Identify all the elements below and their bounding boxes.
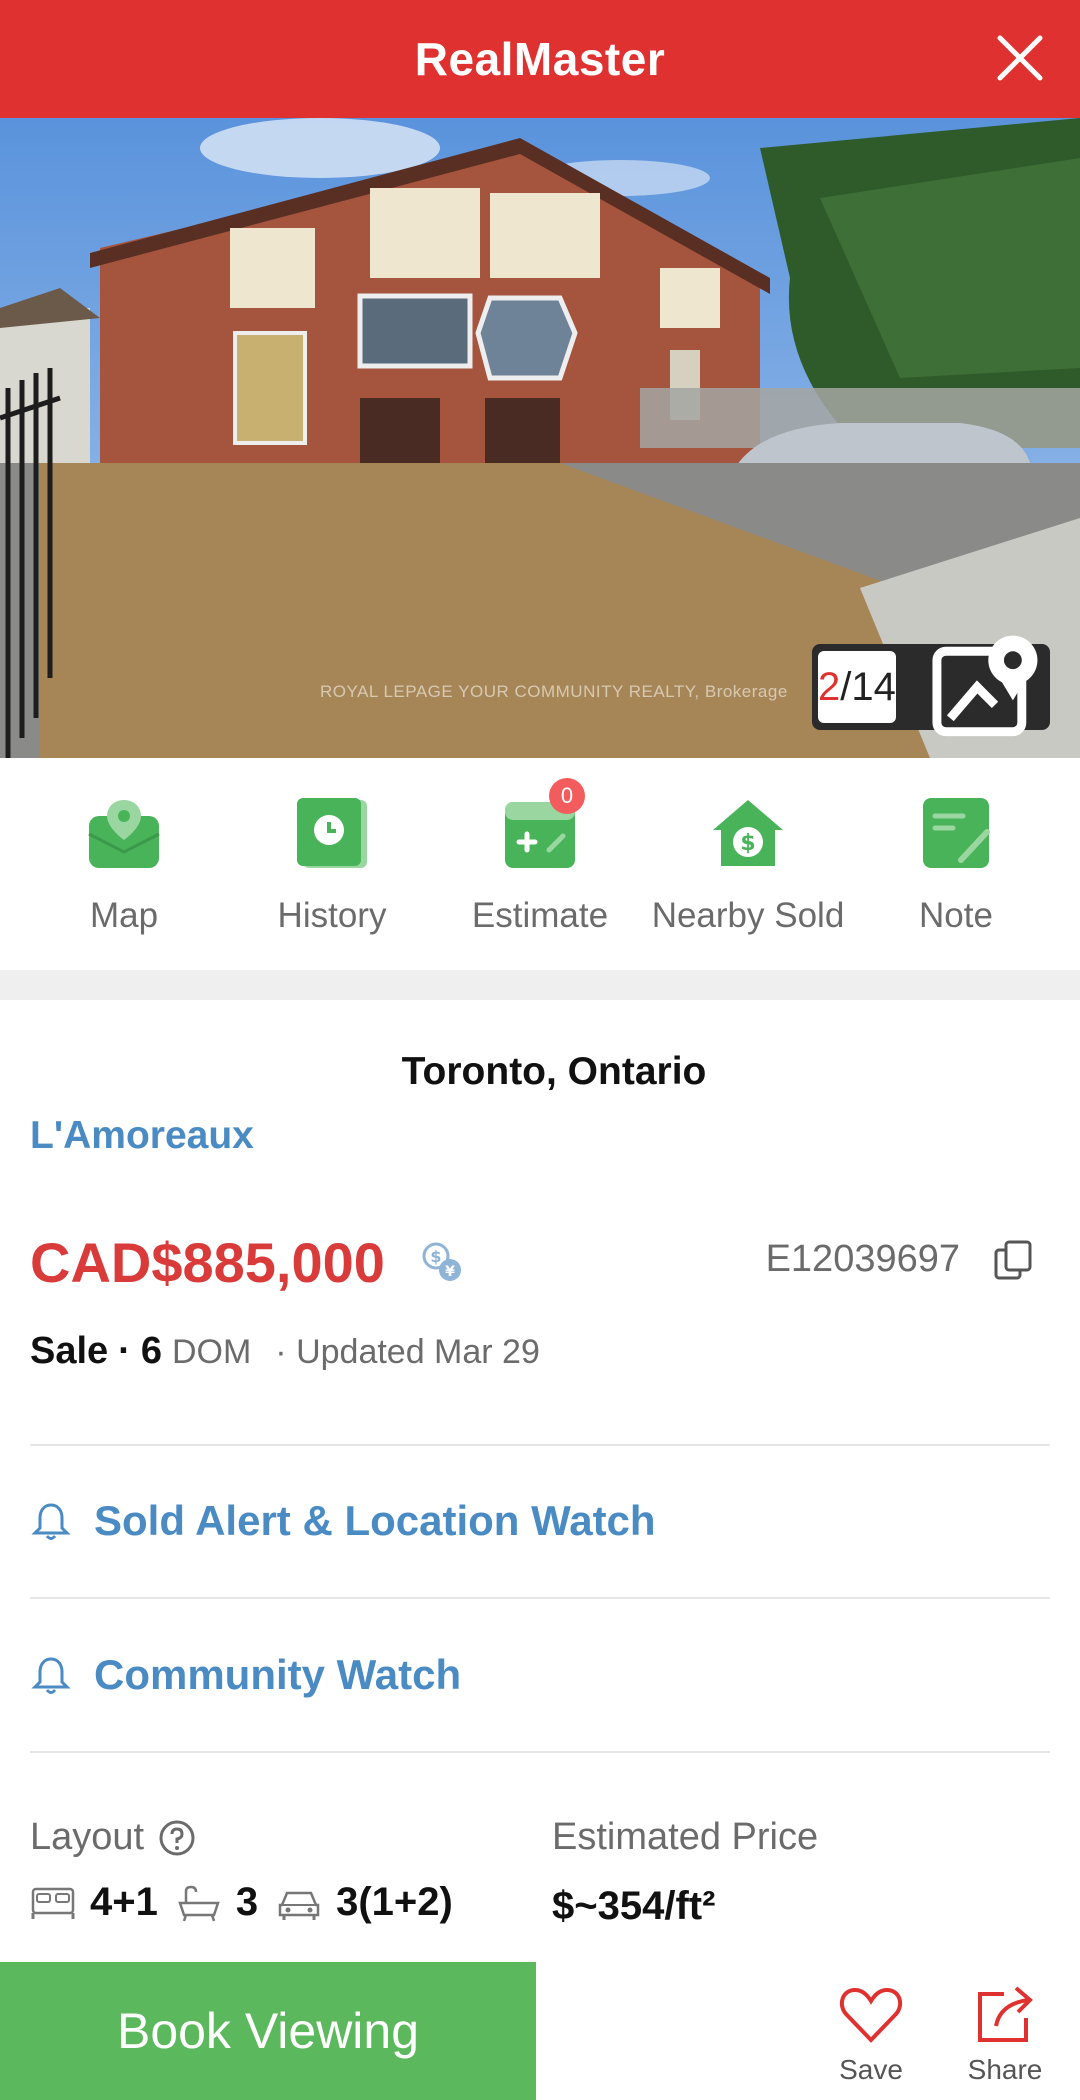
svg-text:$: $ [740,831,755,856]
photo-current-index: 2 [818,664,841,709]
community-watch-button[interactable]: Community Watch [30,1640,1050,1710]
divider [30,1597,1050,1599]
estimate-badge: 0 [549,778,585,814]
bathtub-icon [178,1885,220,1921]
bell-icon [31,1657,71,1694]
photo-watermark: ROYAL LEPAGE YOUR COMMUNITY REALTY, Brok… [320,682,788,701]
sold-alert-label: Sold Alert & Location Watch [94,1497,656,1544]
action-note[interactable]: Note [856,758,1056,936]
listing-status-line: Sale · 6 DOM · Updated Mar 29 [30,1330,540,1373]
sold-alert-watch-button[interactable]: Sold Alert & Location Watch [30,1486,1050,1556]
action-nearby-sold[interactable]: $ Nearby Sold [648,758,848,936]
bedrooms-value: 4+1 [90,1880,158,1924]
listing-community-link[interactable]: L'Amoreaux [30,1114,254,1158]
svg-text:¥: ¥ [445,1264,455,1280]
photo-total: /14 [840,664,896,709]
save-button[interactable]: Save [816,1982,926,2086]
action-label: Note [919,896,993,935]
note-icon [917,794,995,872]
bathrooms-value: 3 [235,1880,259,1924]
layout-title: Layout [30,1816,145,1858]
map-icon [85,794,163,872]
updated-date: · Updated Mar 29 [275,1333,540,1371]
listing-id: E12039697 [765,1238,960,1280]
app-title: RealMaster [414,33,666,85]
action-label: Estimate [471,896,609,935]
nearby-sold-icon: $ [709,794,787,872]
section-separator [0,970,1080,1000]
book-viewing-button[interactable]: Book Viewing [0,1962,536,2100]
car-icon [278,1891,320,1920]
listing-city: Toronto, Ontario [401,1050,707,1093]
bell-icon [31,1503,71,1540]
share-label: Share [967,2054,1043,2085]
action-label: History [277,896,387,935]
history-icon [293,794,371,872]
days-on-market-unit: DOM [171,1333,252,1371]
divider [30,1444,1050,1446]
listing-status: Sale [30,1330,109,1372]
listing-photo[interactable]: ROYAL LEPAGE YOUR COMMUNITY REALTY, Brok… [0,118,1080,758]
close-icon[interactable] [990,28,1050,88]
photo-counter[interactable]: 2/14 [812,635,1050,737]
svg-text:$: $ [430,1247,441,1266]
currency-exchange-icon[interactable]: $ ¥ [418,1238,466,1286]
bed-icon [31,1887,75,1919]
save-label: Save [839,2054,903,2085]
share-icon [978,1986,1033,2042]
estimated-price-value: $~354/ft² [552,1884,716,1928]
estimate-icon: 0 [501,778,585,872]
share-button[interactable]: Share [950,1982,1060,2086]
action-history[interactable]: History [232,758,432,936]
action-label: Map [89,896,159,935]
parking-value: 3(1+2) [336,1880,453,1924]
help-icon[interactable] [158,1819,196,1857]
bottom-action-bar: Book Viewing Save Share [0,1962,1080,2100]
listing-price: CAD$885,000 [30,1231,385,1294]
quick-actions: Map History 0 Estimate $ Nearby Sold Not… [0,758,1080,970]
action-estimate[interactable]: 0 Estimate [440,758,640,936]
copy-icon[interactable] [992,1238,1036,1282]
layout-values: 4+1 3 3(1+2) [30,1880,471,1925]
app-header: RealMaster [0,0,1080,118]
street-view-icon[interactable] [928,367,1044,758]
community-watch-label: Community Watch [94,1651,462,1698]
separator-dot: · [118,1330,131,1372]
action-label: Nearby Sold [651,896,845,935]
divider [30,1751,1050,1753]
layout-section: Layout [30,1816,196,1859]
days-on-market: 6 [140,1330,162,1372]
heart-icon [839,1987,903,2043]
action-map[interactable]: Map [24,758,224,936]
estimated-price-title: Estimated Price [552,1816,819,1858]
photo-counter-box: 2/14 [818,651,896,723]
